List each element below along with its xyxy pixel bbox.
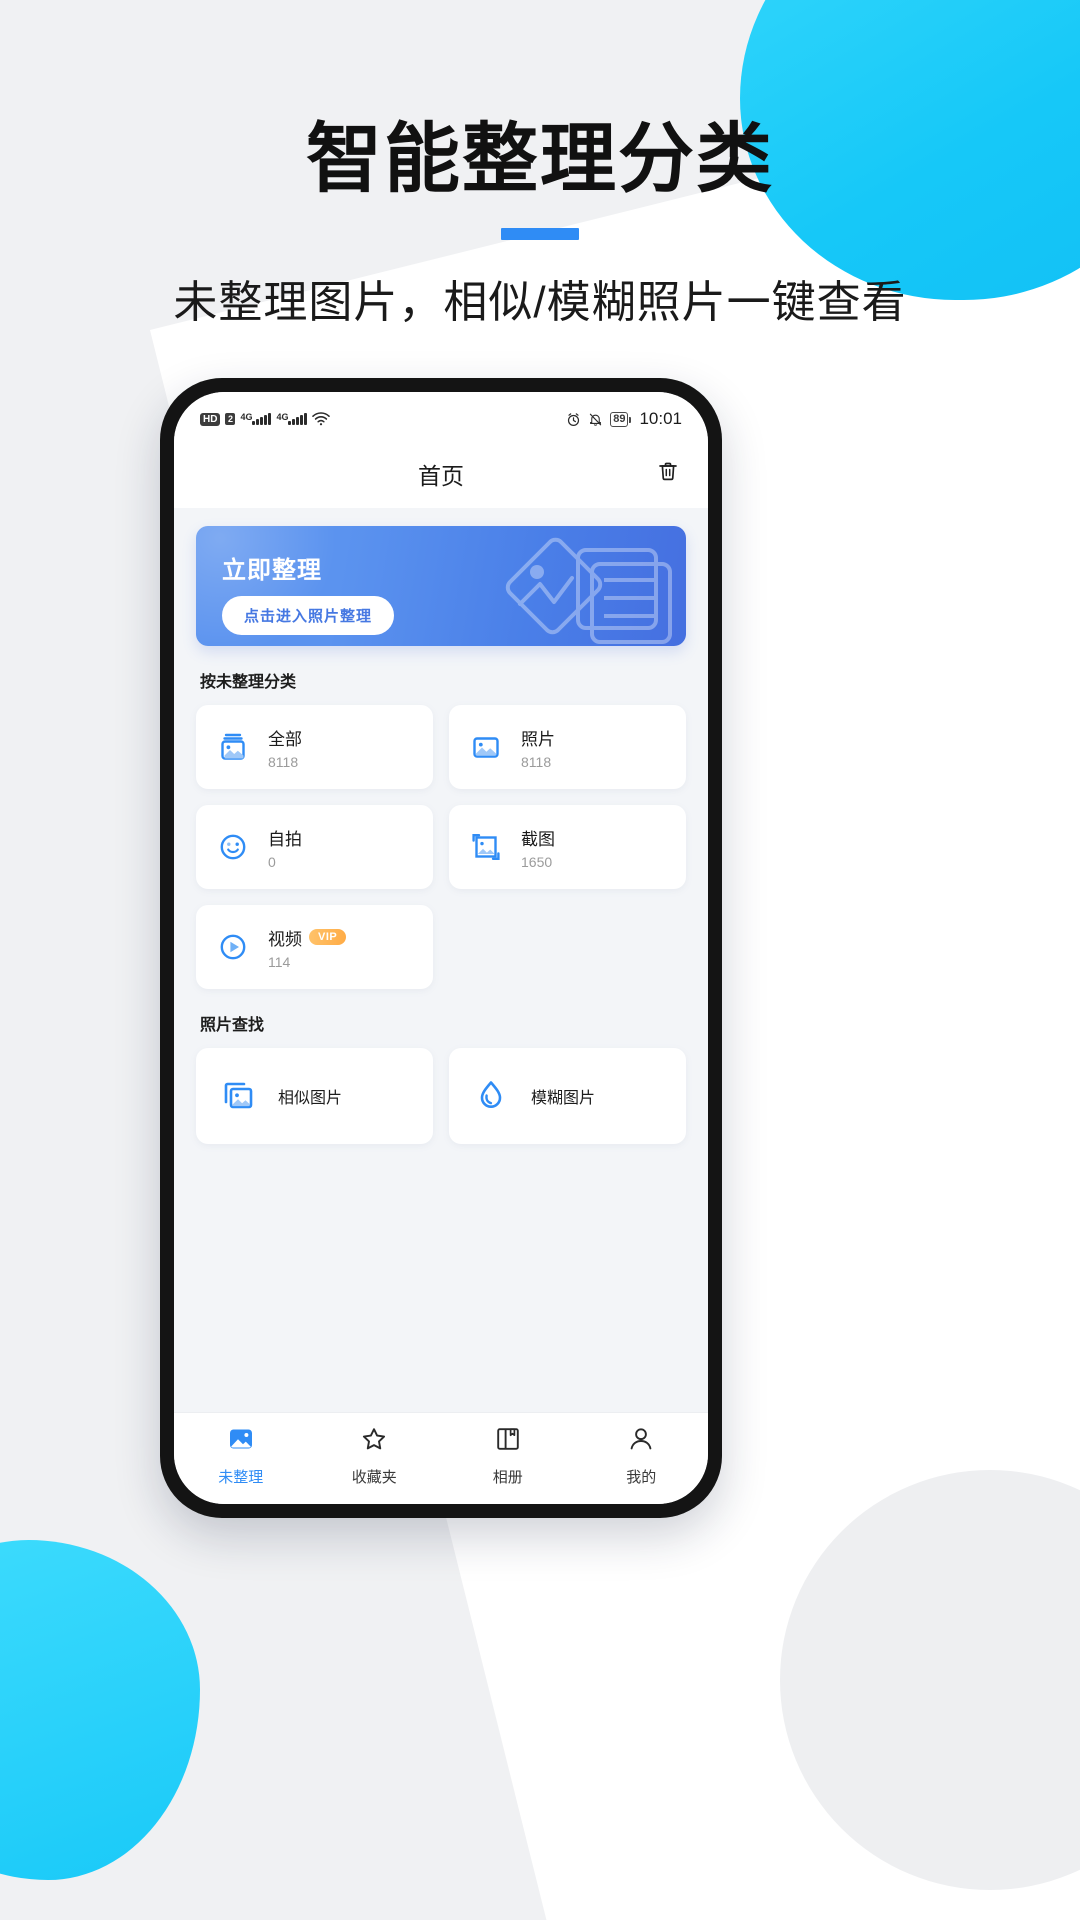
category-text: 照片 8118 xyxy=(521,725,555,770)
trash-icon[interactable] xyxy=(656,460,680,489)
similar-photos-icon xyxy=(214,1076,262,1116)
network-type-2-label: 4G xyxy=(276,412,289,422)
screenshot-icon xyxy=(465,830,507,864)
category-card-screenshot[interactable]: 截图 1650 xyxy=(449,805,686,889)
category-text: 自拍 0 xyxy=(268,825,302,870)
category-count: 114 xyxy=(268,953,291,970)
organize-banner[interactable]: 立即整理 点击进入照片整理 xyxy=(196,526,686,646)
album-book-icon xyxy=(494,1425,522,1458)
tab-album[interactable]: 相册 xyxy=(441,1425,575,1487)
category-name: 视频 VIP xyxy=(268,925,347,950)
promo-headline: 智能整理分类 xyxy=(306,117,774,202)
photo-filled-icon xyxy=(227,1425,255,1458)
category-name: 截图 xyxy=(521,825,555,850)
category-label: 截图 xyxy=(521,829,555,849)
signal-bars-2-icon: 4G xyxy=(276,412,308,425)
find-card-similar[interactable]: 相似图片 xyxy=(196,1048,433,1144)
category-count: 8118 xyxy=(521,753,552,770)
hd-badge-icon: HD xyxy=(200,412,221,426)
photo-tag-icon xyxy=(492,530,686,646)
category-name: 全部 xyxy=(268,725,302,750)
tab-profile[interactable]: 我的 xyxy=(575,1425,709,1487)
person-icon xyxy=(627,1425,655,1458)
find-section-label: 照片查找 xyxy=(200,1017,265,1034)
category-card-photos[interactable]: 照片 8118 xyxy=(449,705,686,789)
category-count: 0 xyxy=(268,853,276,870)
category-text: 全部 8118 xyxy=(268,725,302,770)
category-count: 8118 xyxy=(268,753,299,770)
water-drop-icon xyxy=(467,1076,515,1116)
stack-photo-icon xyxy=(212,730,254,764)
tab-unorganized[interactable]: 未整理 xyxy=(174,1425,308,1487)
signal-bars-1-icon: 4G xyxy=(240,412,272,425)
category-name: 自拍 xyxy=(268,825,302,850)
status-bar-left: HD 2 4G 4G xyxy=(200,412,331,426)
category-text: 视频 VIP 114 xyxy=(268,925,347,970)
promo-header: 智能整理分类 未整理图片，相似/模糊照片一键查看 xyxy=(0,118,1080,330)
find-grid: 相似图片 模糊图片 xyxy=(196,1048,686,1144)
find-card-blurry[interactable]: 模糊图片 xyxy=(449,1048,686,1144)
promo-divider xyxy=(501,227,579,240)
category-label: 照片 xyxy=(521,729,555,749)
network-type-1-label: 4G xyxy=(240,412,253,422)
category-card-selfie[interactable]: 自拍 0 xyxy=(196,805,433,889)
phone-mockup: HD 2 4G 4G 89 10:01 首页 立即整理 点击进入照片整理 按未整… xyxy=(160,378,722,1518)
promo-subheadline: 未整理图片，相似/模糊照片一键查看 xyxy=(173,277,907,327)
bell-muted-icon xyxy=(588,412,603,427)
page-title: 首页 xyxy=(418,463,464,489)
photo-icon xyxy=(465,730,507,764)
status-bar: HD 2 4G 4G 89 10:01 xyxy=(174,392,708,440)
app-header: 首页 xyxy=(174,440,708,508)
status-bar-clock: 10:01 xyxy=(639,409,682,428)
category-label: 视频 xyxy=(268,929,302,949)
tab-label: 我的 xyxy=(626,1469,657,1486)
wifi-icon xyxy=(312,412,331,426)
find-label: 模糊图片 xyxy=(531,1090,596,1107)
category-card-all[interactable]: 全部 8118 xyxy=(196,705,433,789)
banner-title: 立即整理 xyxy=(222,557,322,584)
status-bar-right: 89 10:01 xyxy=(566,409,682,429)
phone-screen: HD 2 4G 4G 89 10:01 首页 立即整理 点击进入照片整理 按未整… xyxy=(174,392,708,1504)
battery-indicator: 89 xyxy=(610,411,632,427)
categories-section-label: 按未整理分类 xyxy=(200,674,297,691)
vip-badge: VIP xyxy=(309,929,347,945)
tab-favorites[interactable]: 收藏夹 xyxy=(308,1425,442,1487)
category-text: 截图 1650 xyxy=(521,825,555,870)
categories-grid: 全部 8118 照片 8118 自拍 0 截图 1650 视频 VIP 114 xyxy=(196,705,686,989)
category-card-video[interactable]: 视频 VIP 114 xyxy=(196,905,433,989)
play-circle-icon xyxy=(212,930,254,964)
banner-cta-button[interactable]: 点击进入照片整理 xyxy=(222,596,395,635)
tab-label: 收藏夹 xyxy=(351,1469,397,1486)
bottom-tab-bar: 未整理 收藏夹 相册 我的 xyxy=(174,1412,708,1504)
find-label: 相似图片 xyxy=(278,1090,343,1107)
tab-label: 未整理 xyxy=(218,1469,264,1486)
tab-label: 相册 xyxy=(492,1469,523,1486)
alarm-icon xyxy=(566,412,581,427)
sim-badge-icon: 2 xyxy=(225,413,236,425)
star-icon xyxy=(360,1425,388,1458)
category-count: 1650 xyxy=(521,853,553,870)
category-name: 照片 xyxy=(521,725,555,750)
category-label: 自拍 xyxy=(268,829,302,849)
selfie-face-icon xyxy=(212,830,254,864)
category-label: 全部 xyxy=(268,729,302,749)
home-content: 立即整理 点击进入照片整理 按未整理分类 全部 8118 照片 8118 自拍 … xyxy=(174,508,708,1412)
